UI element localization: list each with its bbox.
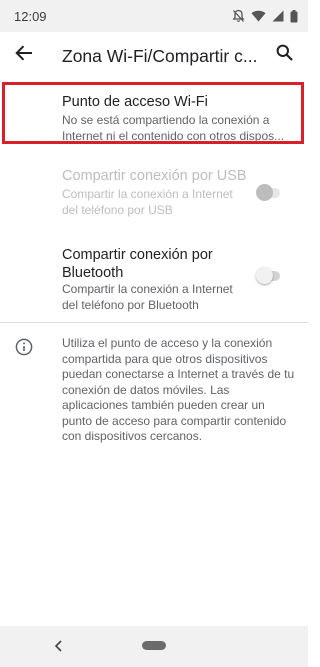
setting-title: Compartir conexión por Bluetooth bbox=[62, 247, 213, 281]
setting-title: Compartir conexión por USB bbox=[62, 168, 247, 184]
search-button[interactable] bbox=[270, 41, 298, 69]
status-time: 12:09 bbox=[14, 9, 47, 24]
toggle-thumb bbox=[256, 267, 273, 284]
setting-subtitle: Compartir la conexión a Internet del tel… bbox=[62, 282, 233, 312]
setting-item-wifi-hotspot[interactable]: Punto de acceso Wi-Fi No se está compart… bbox=[0, 82, 308, 144]
nav-back-button[interactable] bbox=[50, 637, 68, 655]
toggle-thumb bbox=[256, 184, 273, 201]
status-bar: 12:09 bbox=[0, 0, 308, 32]
chevron-left-icon bbox=[50, 640, 68, 659]
wifi-icon bbox=[251, 10, 266, 22]
notifications-off-icon bbox=[232, 9, 245, 23]
status-icons bbox=[232, 8, 298, 24]
setting-subtitle: No se está compartiendo la conexión a In… bbox=[62, 113, 285, 143]
arrow-back-icon bbox=[15, 44, 33, 66]
nav-home-pill[interactable] bbox=[142, 641, 166, 650]
signal-icon bbox=[272, 10, 284, 22]
info-icon bbox=[15, 338, 33, 356]
search-icon bbox=[276, 44, 293, 66]
navigation-bar bbox=[0, 626, 308, 667]
setting-item-usb-tethering[interactable]: Compartir conexión por USB Compartir la … bbox=[0, 160, 308, 222]
app-bar: Zona Wi-Fi/Compartir c... bbox=[0, 32, 308, 78]
divider bbox=[0, 322, 308, 323]
setting-subtitle: Compartir la conexión a Internet del tel… bbox=[62, 187, 233, 217]
battery-icon bbox=[290, 9, 298, 23]
setting-title: Punto de acceso Wi-Fi bbox=[62, 94, 208, 110]
usb-tethering-toggle[interactable] bbox=[256, 183, 280, 203]
setting-item-bluetooth-tethering[interactable]: Compartir conexión por Bluetooth Compart… bbox=[0, 240, 308, 312]
back-button[interactable] bbox=[10, 41, 38, 69]
bluetooth-tethering-toggle[interactable] bbox=[256, 266, 280, 286]
info-text: Utiliza el punto de acceso y la conexión… bbox=[62, 336, 295, 443]
page-title: Zona Wi-Fi/Compartir c... bbox=[62, 46, 258, 66]
